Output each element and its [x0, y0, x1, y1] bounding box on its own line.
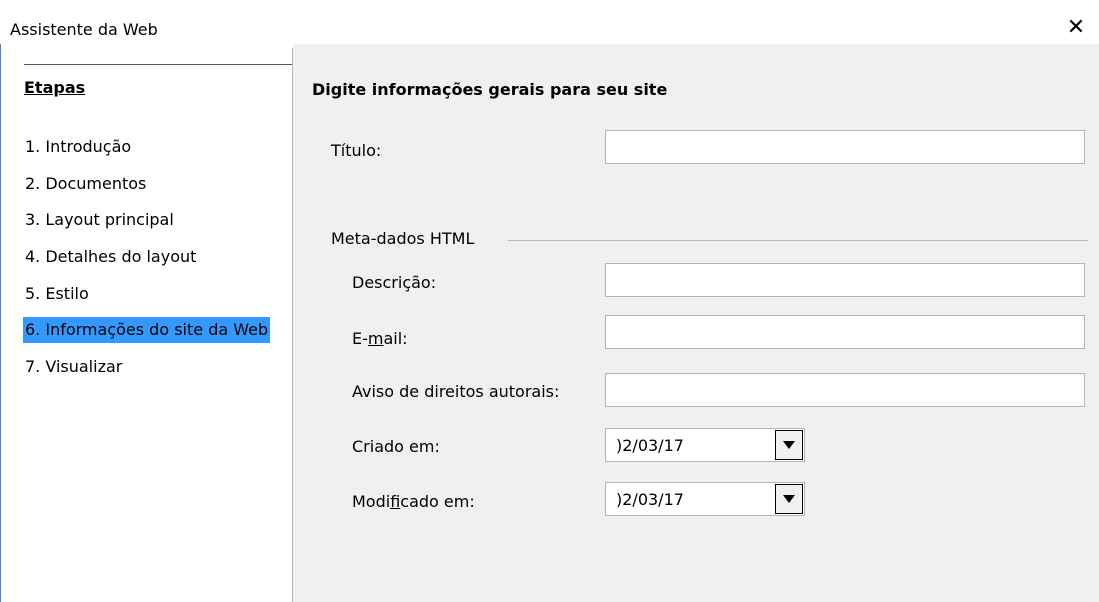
modified-date-field[interactable]: )2/03/17 — [605, 482, 805, 516]
description-field[interactable] — [605, 263, 1085, 297]
triangle-down-icon — [783, 441, 795, 449]
modified-label-prefix: Modi — [352, 492, 391, 511]
modified-label-mnemonic: f — [390, 492, 401, 511]
step-documentos[interactable]: 2. Documentos — [23, 171, 148, 197]
modified-date-value[interactable]: )2/03/17 — [616, 490, 684, 509]
email-label-mnemonic: m — [367, 329, 384, 348]
title-input[interactable] — [606, 131, 1084, 163]
step-layout-principal[interactable]: 3. Layout principal — [23, 207, 176, 233]
email-input[interactable] — [606, 316, 1084, 348]
window-title: Assistente da Web — [10, 20, 158, 39]
created-date-value[interactable]: )2/03/17 — [616, 436, 684, 455]
created-dropdown-button[interactable] — [775, 430, 803, 460]
close-button[interactable]: ✕ — [1053, 10, 1099, 44]
title-bar: Assistente da Web ✕ — [0, 0, 1099, 44]
modified-label: Modificado em: — [352, 492, 475, 511]
email-label-prefix: E- — [352, 329, 368, 348]
created-date-field[interactable]: )2/03/17 — [605, 428, 805, 462]
step-informacoes-do-site[interactable]: 6. Informações do site da Web — [23, 317, 271, 343]
email-field[interactable] — [605, 315, 1085, 349]
copyright-input[interactable] — [606, 374, 1084, 406]
page-heading: Digite informações gerais para seu site — [312, 80, 668, 99]
modified-label-suffix: icado em: — [400, 492, 475, 511]
step-visualizar[interactable]: 7. Visualizar — [23, 354, 124, 380]
main-panel: Digite informações gerais para seu site … — [293, 44, 1099, 602]
step-introducao[interactable]: 1. Introdução — [23, 134, 133, 160]
sidebar-separator — [24, 64, 292, 65]
copyright-field[interactable] — [605, 373, 1085, 407]
description-label: Descrição: — [352, 273, 437, 292]
email-label-suffix: ail: — [383, 329, 408, 348]
close-icon: ✕ — [1066, 14, 1086, 40]
copyright-label: Aviso de direitos autorais: — [352, 382, 560, 401]
step-estilo[interactable]: 5. Estilo — [23, 281, 91, 307]
meta-group-line — [508, 240, 1088, 241]
step-detalhes-do-layout[interactable]: 4. Detalhes do layout — [23, 244, 198, 270]
email-label: E-mail: — [352, 329, 408, 348]
meta-group-label: Meta-dados HTML — [331, 229, 481, 248]
created-label: Criado em: — [352, 437, 440, 456]
steps-sidebar: Etapas 1. Introdução 2. Documentos 3. La… — [1, 44, 292, 602]
steps-heading: Etapas — [24, 78, 86, 97]
triangle-down-icon — [783, 495, 795, 503]
description-input[interactable] — [606, 264, 1084, 296]
modified-dropdown-button[interactable] — [775, 484, 803, 514]
title-field[interactable] — [605, 130, 1085, 164]
title-label: Título: — [331, 141, 382, 160]
